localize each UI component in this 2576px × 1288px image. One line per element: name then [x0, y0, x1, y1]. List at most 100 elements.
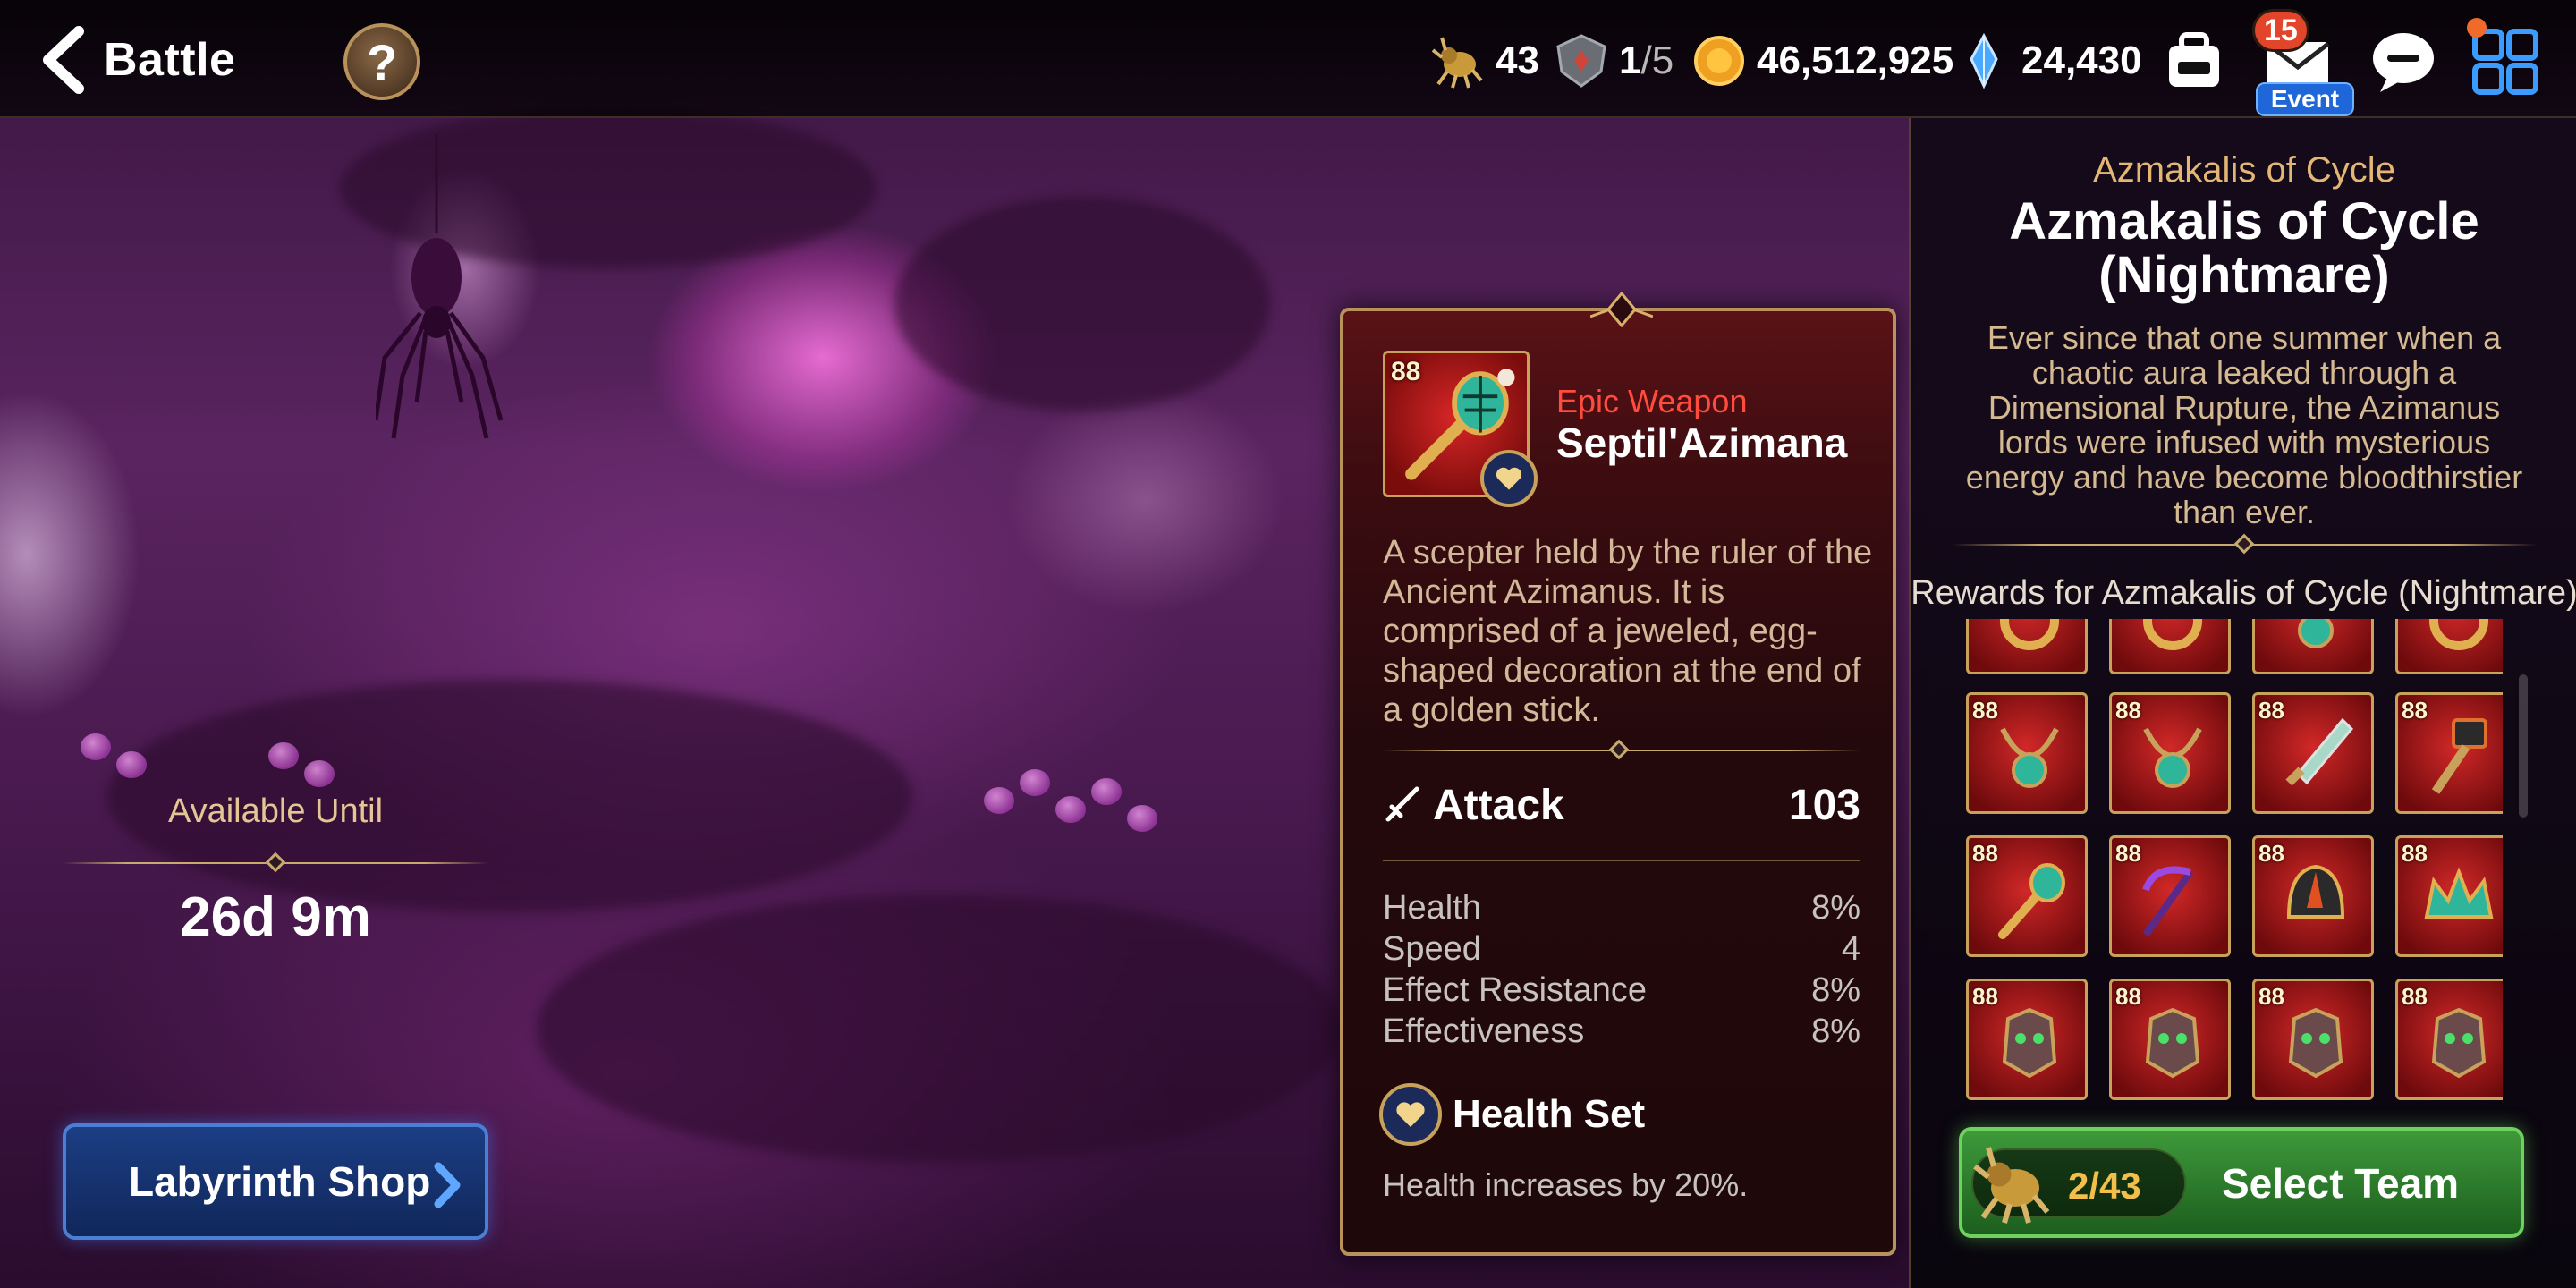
- reward-item[interactable]: 88: [2252, 835, 2374, 957]
- attack-sword-icon: [1385, 786, 1419, 822]
- hammer-icon: [2431, 718, 2487, 794]
- ring-icon: [2429, 619, 2488, 650]
- select-team-button[interactable]: 2/43 Select Team: [1959, 1127, 2524, 1238]
- gold-coin-icon: [1694, 36, 1744, 86]
- reward-item[interactable]: [2109, 619, 2231, 674]
- scepter-icon: [1998, 863, 2065, 939]
- scythe-icon: [2142, 866, 2194, 937]
- item-icon[interactable]: 88: [1383, 351, 1538, 507]
- stage-subtitle: Azmakalis of Cycle: [2093, 150, 2395, 190]
- crystal-counter[interactable]: 24,430: [1955, 27, 2142, 95]
- necklace-icon: [2143, 727, 2202, 788]
- available-time: 26d 9m: [180, 886, 371, 948]
- team-stamina-cost: 2/43: [2068, 1165, 2141, 1207]
- crystal-icon: [1970, 32, 1998, 89]
- item-detail-card: 88 Epic Weapon Septil'Azimana A scepter …: [1340, 292, 1896, 1256]
- set-badge: [1480, 450, 1538, 507]
- armor-icon: [2288, 1007, 2343, 1079]
- reward-item[interactable]: 88: [2109, 835, 2231, 957]
- ring-icon: [2000, 619, 2059, 650]
- stamina-bug-icon: [1431, 37, 1483, 89]
- back-label: Battle: [104, 34, 236, 86]
- reward-item[interactable]: 88: [2109, 979, 2231, 1100]
- necklace-icon: [2000, 727, 2059, 788]
- item-level: 88: [1391, 357, 1421, 386]
- spider-icon: [376, 134, 504, 439]
- labyrinth-shop-button[interactable]: Labyrinth Shop: [63, 1123, 488, 1240]
- substat-label: Effect Resistance: [1383, 970, 1648, 1009]
- reward-level: 88: [2402, 697, 2428, 724]
- substat-row: Health 8%: [1383, 887, 1860, 928]
- reward-level: 88: [2115, 840, 2141, 867]
- reward-item[interactable]: [1966, 619, 2088, 674]
- substat-value: 8%: [1811, 888, 1860, 927]
- divider-gem-icon: [1608, 739, 1630, 760]
- reward-item[interactable]: 88: [2252, 979, 2374, 1100]
- chat-button[interactable]: [2365, 23, 2442, 100]
- reward-item[interactable]: 88: [2109, 692, 2231, 814]
- stage-description: Ever since that one summer when a chaoti…: [1965, 319, 2523, 530]
- reward-level: 88: [2258, 983, 2284, 1010]
- notification-dot: [2467, 18, 2487, 38]
- substat-label: Speed: [1383, 929, 1481, 968]
- stat-divider: [1383, 860, 1860, 861]
- stage-title-line1: Azmakalis of Cycle: [2009, 192, 2479, 250]
- event-tag[interactable]: Event: [2256, 82, 2354, 116]
- heart-icon: [1496, 467, 1522, 490]
- rewards-title: Rewards for Azmakalis of Cycle (Nightmar…: [1911, 574, 2576, 612]
- sword-icon: [2285, 717, 2354, 786]
- reward-item[interactable]: 88: [2395, 692, 2503, 814]
- reward-level: 88: [2402, 983, 2428, 1010]
- heart-icon: [1396, 1102, 1425, 1127]
- armor-icon: [2145, 1007, 2200, 1079]
- reward-item[interactable]: 88: [1966, 979, 2088, 1100]
- main-stat-value: 103: [1788, 781, 1860, 829]
- reward-level: 88: [2402, 840, 2428, 867]
- item-grade: Epic Weapon: [1556, 383, 1748, 419]
- stamina-counter[interactable]: 43: [1429, 27, 1539, 95]
- substat-value: 4: [1841, 929, 1860, 968]
- rune-counter[interactable]: 1/5: [1553, 27, 1674, 95]
- help-button[interactable]: ?: [343, 23, 420, 100]
- substat-label: Effectiveness: [1383, 1012, 1585, 1050]
- armor-icon: [2002, 1007, 2057, 1079]
- select-team-label: Select Team: [2222, 1160, 2460, 1207]
- stage-title-line2: (Nightmare): [2098, 246, 2390, 304]
- reward-item[interactable]: [2252, 619, 2374, 674]
- back-button[interactable]: Battle: [36, 20, 235, 100]
- substat-label: Health: [1383, 888, 1481, 927]
- reward-level: 88: [2115, 983, 2141, 1010]
- divider-gem-icon: [2233, 533, 2255, 555]
- item-name: Septil'Azimana: [1556, 419, 1848, 466]
- substat-row: Effect Resistance 8%: [1383, 970, 1860, 1011]
- backpack-icon: [2169, 32, 2219, 87]
- reward-item[interactable]: 88: [2395, 979, 2503, 1100]
- labyrinth-shop-label: Labyrinth Shop: [129, 1158, 431, 1205]
- stage-info-panel: Azmakalis of Cycle Azmakalis of Cycle (N…: [1909, 118, 2576, 1288]
- stamina-value: 43: [1496, 38, 1539, 82]
- chevron-right-icon: [434, 1162, 461, 1208]
- rewards-scrollbar[interactable]: [2519, 674, 2528, 818]
- reward-level: 88: [2258, 840, 2284, 867]
- substat-row: Speed 4: [1383, 928, 1860, 970]
- inventory-button[interactable]: [2156, 23, 2233, 100]
- reward-item[interactable]: [2395, 619, 2503, 674]
- reward-level: 88: [1972, 697, 1998, 724]
- available-until-label: Available Until: [167, 792, 384, 830]
- rune-shield-icon: [1556, 34, 1606, 88]
- ring-icon: [2143, 619, 2202, 650]
- crown-icon: [2424, 867, 2494, 919]
- reward-item[interactable]: 88: [1966, 835, 2088, 957]
- set-name: Health Set: [1453, 1092, 1646, 1136]
- gold-counter[interactable]: 46,512,925: [1690, 27, 1953, 95]
- stamina-bug-icon: [1973, 1147, 2050, 1224]
- main-stat-row: Attack 103: [1383, 776, 1860, 834]
- reward-level: 88: [2258, 697, 2284, 724]
- team-count-pill: 2/43: [1971, 1147, 2186, 1224]
- reward-item[interactable]: 88: [2252, 692, 2374, 814]
- reward-level: 88: [2115, 697, 2141, 724]
- set-row: Health Set: [1379, 1080, 1645, 1148]
- reward-item[interactable]: 88: [1966, 692, 2088, 814]
- reward-item[interactable]: 88: [2395, 835, 2503, 957]
- card-crest-icon: [1590, 292, 1653, 327]
